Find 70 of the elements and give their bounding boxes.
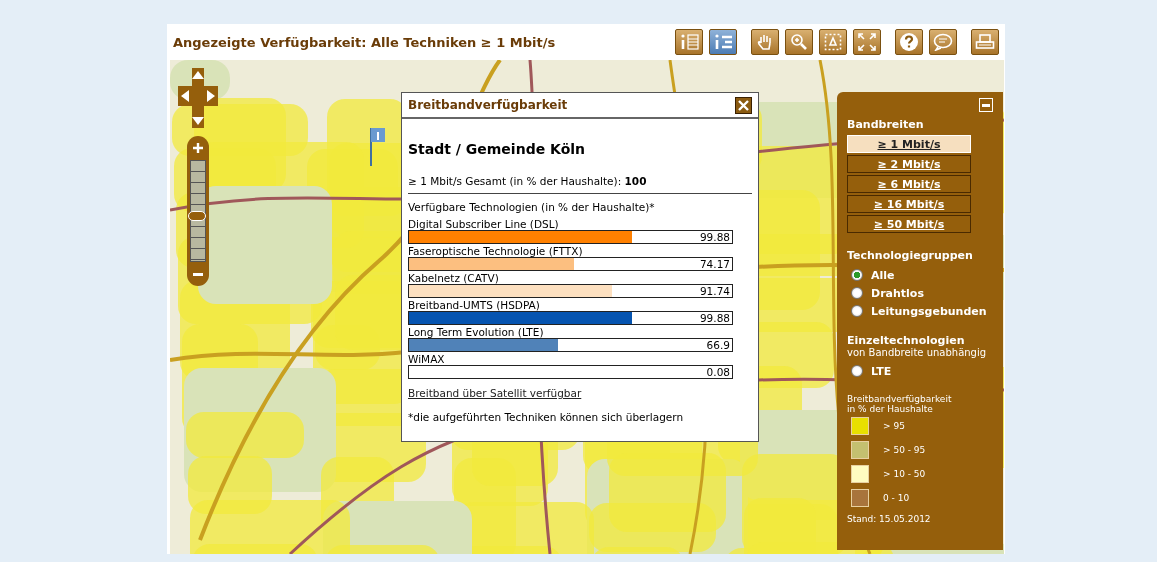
- toolbar-button[interactable]: [819, 29, 847, 55]
- fullscreen-icon: [858, 33, 876, 51]
- map-marker-icon[interactable]: [368, 126, 388, 166]
- toolbar-button[interactable]: [929, 29, 957, 55]
- legend-heading: Technologiegruppen: [847, 249, 974, 262]
- toolbar-button[interactable]: [853, 29, 881, 55]
- bar-value: 91.74: [699, 285, 730, 297]
- hand-icon: [756, 33, 774, 51]
- technology-label: WiMAX: [408, 353, 446, 365]
- bandwidth-button[interactable]: ≥ 50 Mbit/s: [847, 215, 971, 233]
- toolbar-button[interactable]: [751, 29, 779, 55]
- bar-value: 0.08: [706, 366, 730, 378]
- technology-label: Digital Subscriber Line (DSL): [408, 218, 560, 230]
- radio-button[interactable]: [851, 365, 863, 377]
- legend-heading: Einzeltechnologien: [847, 334, 966, 347]
- data-date: Stand: 15.05.2012: [847, 514, 932, 524]
- scale-title: Breitbandverfügbarkeit: [847, 394, 953, 404]
- close-button[interactable]: [735, 96, 752, 114]
- satellite-link[interactable]: Breitband über Satellit verfügbar: [408, 387, 752, 399]
- bandwidth-button[interactable]: ≥ 2 Mbit/s: [847, 155, 971, 173]
- scale-label: > 95: [883, 421, 905, 431]
- radio-label: LTE: [871, 364, 892, 378]
- minus-icon: [982, 103, 990, 107]
- speech-bubble-icon: [933, 33, 953, 51]
- radio-label: Leitungsgebunden: [871, 304, 987, 318]
- bandwidth-button[interactable]: ≥ 6 Mbit/s: [847, 175, 971, 193]
- legend-heading: Bandbreiten: [847, 118, 925, 131]
- radio-button[interactable]: [851, 269, 863, 281]
- radio-button[interactable]: [851, 287, 863, 299]
- help-icon: [899, 32, 919, 52]
- toolbar-button[interactable]: [785, 29, 813, 55]
- scale-subtitle: in % der Haushalte: [847, 404, 934, 414]
- zoom-slider-thumb[interactable]: [188, 211, 206, 221]
- toolbar-button[interactable]: [675, 29, 703, 55]
- zoom-slider-track[interactable]: [187, 136, 209, 286]
- bar-value: 66.9: [706, 339, 730, 351]
- place-heading: Stadt / Gemeinde Köln: [408, 141, 586, 157]
- bar-value: 99.88: [699, 312, 730, 324]
- section-label: Verfügbare Technologien (in % der Haushalte)*: [408, 201, 656, 213]
- pan-control-icon[interactable]: [178, 68, 218, 128]
- scale-label: 0 - 10: [883, 493, 910, 503]
- footnote: *die aufgeführten Techniken können sich überlagern: [408, 411, 685, 423]
- minus-icon: [193, 272, 203, 276]
- scale-label: > 10 - 50: [883, 469, 926, 479]
- bandwidth-button[interactable]: ≥ 16 Mbit/s: [847, 195, 971, 213]
- scale-label: > 50 - 95: [883, 445, 926, 455]
- minimize-button[interactable]: [979, 98, 993, 112]
- printer-icon: [975, 33, 995, 51]
- toolbar-button[interactable]: [895, 29, 923, 55]
- toolbar-button[interactable]: [971, 29, 999, 55]
- plus-icon: [193, 143, 203, 153]
- bar-value: 74.17: [699, 258, 730, 270]
- info-list-icon: [713, 33, 733, 51]
- technology-label: Faseroptische Technologie (FTTX): [408, 245, 584, 257]
- technology-label: Breitband-UMTS (HSDPA): [408, 299, 541, 311]
- zoom-icon: [790, 33, 808, 51]
- bar-value: 99.88: [699, 231, 730, 243]
- technology-label: Kabelnetz (CATV): [408, 272, 500, 284]
- radio-label: Alle: [871, 268, 895, 282]
- radio-button[interactable]: [851, 305, 863, 317]
- area-select-icon: [824, 33, 842, 51]
- view-title: Angezeigte Verfügbarkeit: Alle Techniken ≥ 1 Mbit/s: [173, 34, 557, 50]
- bandwidth-button[interactable]: ≥ 1 Mbit/s: [847, 135, 971, 153]
- info-list-icon: [679, 33, 699, 51]
- toolbar-button[interactable]: [709, 29, 737, 55]
- total-line: ≥ 1 Mbit/s Gesamt (in % der Haushalte): 100: [408, 175, 752, 194]
- legend-subtitle: von Bandbreite unabhängig: [847, 347, 988, 358]
- popup-title: Breitbandverfügbarkeit: [408, 98, 568, 112]
- radio-label: Drahtlos: [871, 286, 924, 300]
- technology-label: Long Term Evolution (LTE): [408, 326, 545, 338]
